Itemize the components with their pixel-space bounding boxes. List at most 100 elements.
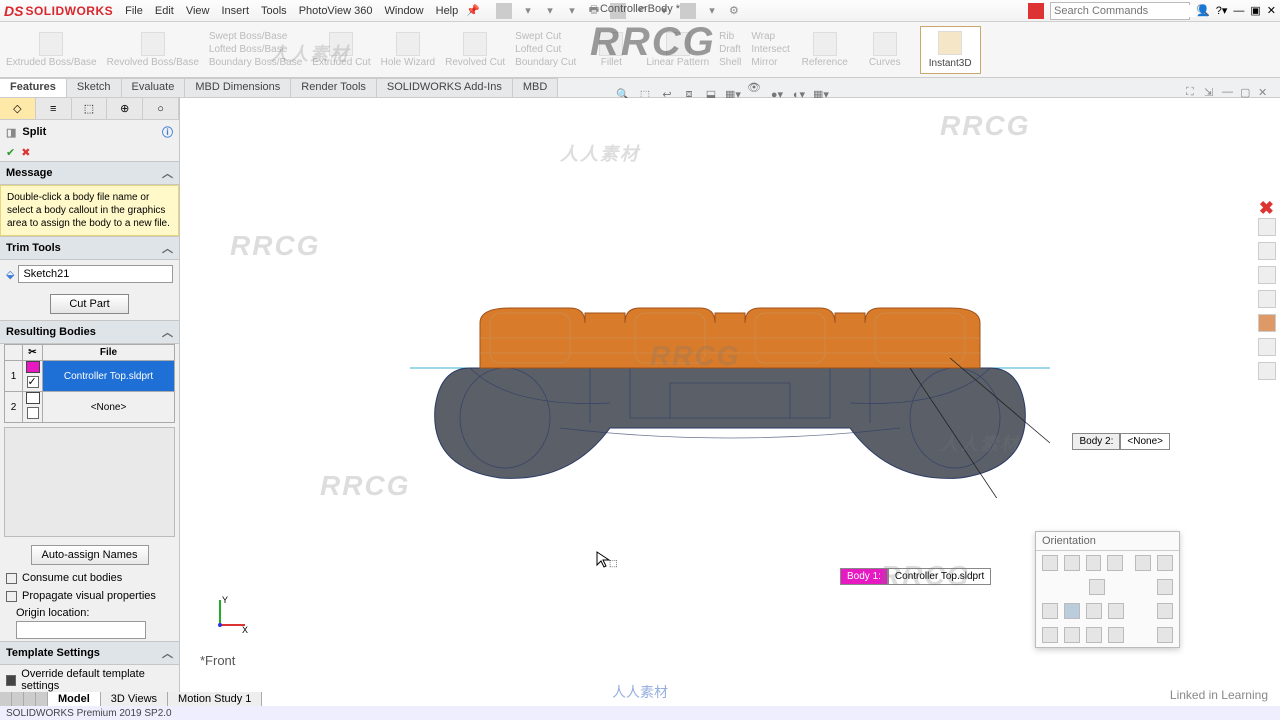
tab-mbd[interactable]: MBD [513,78,558,97]
body1-callout[interactable]: Body 1: Controller Top.sldprt [840,568,991,585]
boundary-boss[interactable]: Boundary Boss/Base [209,57,302,68]
rib[interactable]: Rib [719,31,741,42]
pm-tab-feature[interactable]: ◇ [0,98,36,119]
override-option[interactable]: Override default template settings [0,665,179,695]
menu-insert[interactable]: Insert [221,5,249,17]
intersect[interactable]: Intersect [751,44,789,55]
cancel-button[interactable]: ✖ [21,146,30,159]
shell[interactable]: Shell [719,57,741,68]
template-head[interactable]: Template Settings︿ [0,641,179,665]
orientation-panel[interactable]: Orientation [1035,531,1180,648]
menu-tools[interactable]: Tools [261,5,287,17]
user-icon[interactable]: 👤 [1196,4,1210,17]
open-icon[interactable]: ▾ [542,3,558,19]
vp-link2-icon[interactable] [1157,627,1173,643]
command-search[interactable]: 🔍 [1050,2,1190,20]
extruded-cut-button[interactable]: Extruded Cut [312,32,370,68]
lofted-boss[interactable]: Lofted Boss/Base [209,44,302,55]
body1-value[interactable]: Controller Top.sldprt [888,568,991,585]
fillet-button[interactable]: Fillet [586,32,636,68]
orient-right-icon[interactable] [1086,603,1102,619]
tab-render[interactable]: Render Tools [291,78,377,97]
swept-cut[interactable]: Swept Cut [515,31,576,42]
menu-edit[interactable]: Edit [155,5,174,17]
linear-pattern-button[interactable]: Linear Pattern [646,32,709,68]
origin-input[interactable] [16,621,146,639]
menu-photoview[interactable]: PhotoView 360 [299,5,373,17]
orient-pin-icon[interactable] [1157,555,1173,571]
revolved-cut-button[interactable]: Revolved Cut [445,32,505,68]
curves-button[interactable]: Curves [860,32,910,68]
extruded-boss-button[interactable]: Extruded Boss/Base [6,32,97,68]
draft[interactable]: Draft [719,44,741,55]
auto-assign-button[interactable]: Auto-assign Names [31,545,149,565]
propagate-option[interactable]: Propagate visual properties [0,587,179,605]
table-row[interactable]: 2<None> [5,392,175,423]
pm-close-icon[interactable]: ✖ [1259,198,1274,219]
graphics-area[interactable]: ✖ [180,98,1280,698]
orient-back-icon[interactable] [1108,603,1124,619]
close-app-icon[interactable]: ✕ [1267,4,1276,17]
instant3d-button[interactable]: Instant3D [920,26,981,74]
tab-features[interactable]: Features [0,78,67,97]
revolved-boss-button[interactable]: Revolved Boss/Base [107,32,199,68]
vp-single-icon[interactable] [1042,627,1058,643]
rebuild-icon[interactable]: ▾ [704,3,720,19]
body2-value[interactable]: <None> [1120,433,1170,450]
tab-evaluate[interactable]: Evaluate [122,78,186,97]
save-icon[interactable]: ▾ [564,3,580,19]
wrap[interactable]: Wrap [751,31,789,42]
tp-file-explorer-icon[interactable] [1258,266,1276,284]
ok-button[interactable]: ✔ [6,146,15,159]
message-head[interactable]: Message︿ [0,161,179,185]
pm-tab-2[interactable]: ○ [143,98,179,119]
trim-input[interactable] [18,265,173,283]
cut-part-button[interactable]: Cut Part [50,294,128,314]
orient-top-icon[interactable] [1089,579,1105,595]
pm-tab-1[interactable]: ⊕ [107,98,143,119]
pm-tab-display[interactable]: ⬚ [72,98,108,119]
orient-iso-icon[interactable] [1157,579,1173,595]
table-row[interactable]: 1Controller Top.sldprt [5,361,175,392]
pin-icon[interactable]: 📌 [466,4,480,17]
vp-4-icon[interactable] [1108,627,1124,643]
minimize-icon[interactable]: — [1233,5,1244,17]
search-input[interactable] [1054,5,1196,17]
menu-file[interactable]: File [125,5,143,17]
tab-mbd-dim[interactable]: MBD Dimensions [185,78,291,97]
tp-view-palette-icon[interactable] [1258,290,1276,308]
restore-icon[interactable]: ▣ [1250,4,1260,17]
pm-tab-config[interactable]: ≡ [36,98,72,119]
body2-callout[interactable]: Body 2: <None> [1072,433,1170,450]
hole-wizard-button[interactable]: Hole Wizard [381,32,435,68]
orient-view2-icon[interactable] [1064,555,1080,571]
consume-option[interactable]: Consume cut bodies [0,569,179,587]
help-icon[interactable]: ?▾ [1216,4,1228,17]
menu-window[interactable]: Window [385,5,424,17]
mirror[interactable]: Mirror [751,57,789,68]
rec-icon[interactable] [1028,3,1044,19]
new-icon[interactable]: ▾ [520,3,536,19]
orient-left-icon[interactable] [1042,603,1058,619]
tab-addins[interactable]: SOLIDWORKS Add-Ins [377,78,513,97]
orient-view1-icon[interactable] [1042,555,1058,571]
tp-custom-props-icon[interactable] [1258,338,1276,356]
bodies-head[interactable]: Resulting Bodies︿ [0,320,179,344]
swept-boss[interactable]: Swept Boss/Base [209,31,302,42]
orient-view4-icon[interactable] [1107,555,1123,571]
orient-front-icon[interactable] [1064,603,1080,619]
lofted-cut[interactable]: Lofted Cut [515,44,576,55]
tp-design-lib-icon[interactable] [1258,242,1276,260]
menu-help[interactable]: Help [436,5,459,17]
orient-normal-icon[interactable] [1157,603,1173,619]
reference-button[interactable]: Reference [800,32,850,68]
trim-head[interactable]: Trim Tools︿ [0,236,179,260]
pm-help-icon[interactable]: ⓘ [162,124,173,140]
orient-cube-icon[interactable] [1135,555,1151,571]
tp-appearances-icon[interactable] [1258,314,1276,332]
menu-view[interactable]: View [186,5,210,17]
tp-resources-icon[interactable] [1258,218,1276,236]
options-icon[interactable]: ⚙ [726,3,742,19]
vp-2v-icon[interactable] [1086,627,1102,643]
boundary-cut[interactable]: Boundary Cut [515,57,576,68]
